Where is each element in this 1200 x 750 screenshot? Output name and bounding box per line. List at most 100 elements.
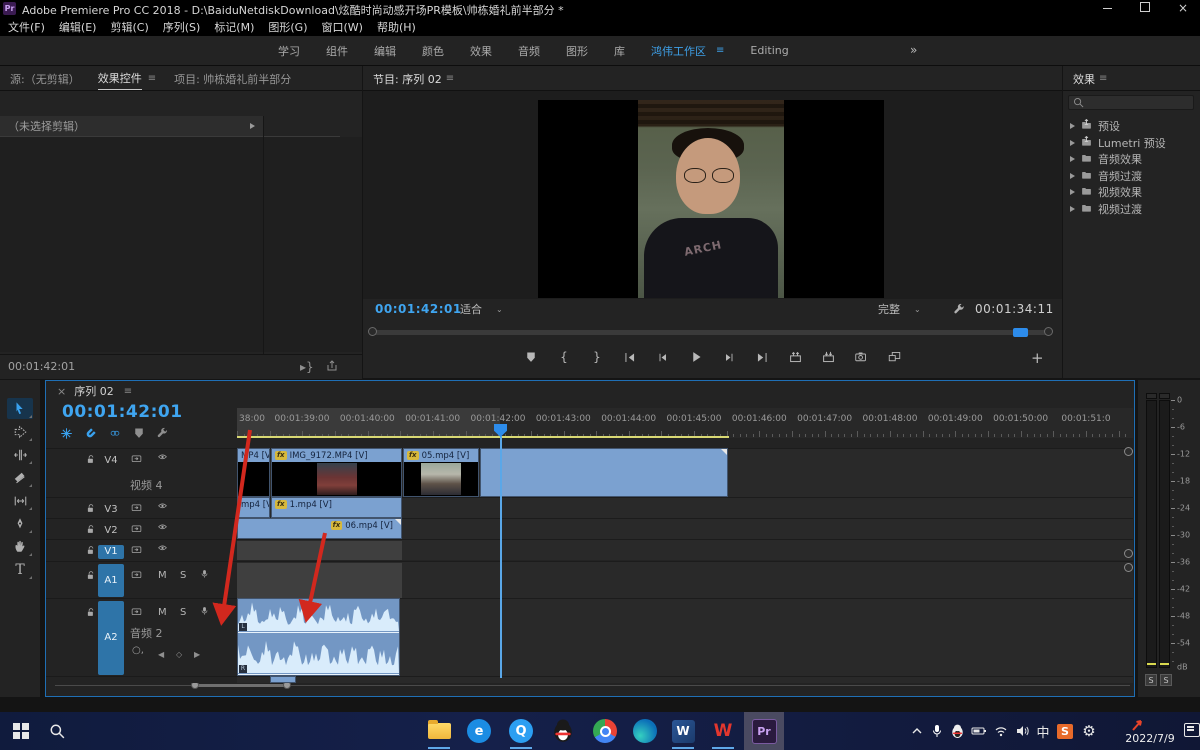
linked-selection-icon[interactable]: [108, 429, 122, 438]
track-badge-a2[interactable]: A2: [98, 601, 124, 675]
track-eye-icon[interactable]: [156, 524, 169, 533]
track-output-icon[interactable]: [130, 545, 143, 555]
add-marker-icon[interactable]: [133, 427, 145, 439]
voiceover-mic-icon[interactable]: [200, 605, 209, 617]
chrome-icon[interactable]: [592, 718, 618, 744]
edge-icon[interactable]: [632, 718, 658, 744]
track-lane-a3[interactable]: [237, 676, 1133, 683]
left-panel-tab-2[interactable]: 项目: 帅栋婚礼前半部分: [174, 67, 291, 90]
left-panel-tab-0[interactable]: 源:（无剪辑）: [10, 67, 80, 90]
effects-panel-tab[interactable]: 效果: [1073, 67, 1095, 90]
tool-slip[interactable]: [7, 490, 33, 511]
menu-item-7[interactable]: 帮助(H): [377, 19, 416, 35]
timeline-ruler[interactable]: 38:0000:01:39:0000:01:40:0000:01:41:0000…: [237, 408, 1133, 438]
mark-in-icon[interactable]: {: [555, 348, 573, 366]
play-in-to-out-icon[interactable]: ▸}: [300, 360, 314, 374]
mark-out-icon[interactable]: }: [588, 348, 606, 366]
word-icon[interactable]: W: [670, 718, 696, 744]
effects-folder-1[interactable]: ↥Lumetri 预设: [1063, 135, 1200, 152]
add-keyframe-icon[interactable]: ◇: [176, 646, 182, 660]
mute-button[interactable]: M: [158, 607, 167, 618]
workspace-tab-0[interactable]: 学习: [278, 43, 300, 59]
minimize-button[interactable]: [1090, 0, 1124, 17]
prev-keyframe-icon[interactable]: ◀: [158, 646, 164, 660]
go-to-in-icon[interactable]: [621, 348, 639, 366]
workspace-tab-4[interactable]: 效果: [470, 43, 492, 59]
settings-gear-icon[interactable]: ⚙: [1080, 722, 1098, 740]
track-badge-v1[interactable]: V1: [98, 545, 124, 559]
tool-razor[interactable]: [7, 467, 33, 488]
go-to-out-icon[interactable]: [753, 348, 771, 366]
vertical-scroll-handle[interactable]: [1124, 549, 1133, 558]
volume-tray-icon[interactable]: [1013, 722, 1031, 740]
timeline-sequence-tab[interactable]: 序列 02: [74, 383, 114, 399]
menu-item-3[interactable]: 序列(S): [163, 19, 201, 35]
meter-solo-right[interactable]: S: [1160, 674, 1172, 686]
workspace-tab-5[interactable]: 音频: [518, 43, 540, 59]
workspace-tab-3[interactable]: 颜色: [422, 43, 444, 59]
wps-icon[interactable]: W: [710, 718, 736, 744]
lift-icon[interactable]: [786, 348, 804, 366]
menu-item-0[interactable]: 文件(F): [8, 19, 45, 35]
clip-v3-mp4[interactable]: mp4 [V]: [237, 497, 270, 518]
program-current-timecode[interactable]: 00:01:42:01: [375, 302, 462, 316]
export-frame-icon[interactable]: [326, 360, 338, 372]
tool-type[interactable]: T: [7, 559, 33, 580]
workspace-menu-icon[interactable]: ≡: [716, 45, 724, 56]
no-clip-selected-header[interactable]: （未选择剪辑）: [0, 116, 263, 136]
solo-button[interactable]: S: [180, 570, 186, 581]
scrollbar-thumb[interactable]: [1013, 328, 1028, 337]
program-monitor-tab[interactable]: 节目: 序列 02: [373, 67, 442, 90]
timeline-current-timecode[interactable]: 00:01:42:01: [62, 402, 183, 422]
track-lane-a1[interactable]: [237, 561, 1133, 598]
track-eye-icon[interactable]: [156, 503, 169, 512]
close-sequence-icon[interactable]: ×: [57, 385, 66, 398]
workspace-tab-8[interactable]: 鸿伟工作区: [651, 43, 706, 59]
clip-a3-sliver[interactable]: fx: [270, 676, 296, 683]
next-keyframe-icon[interactable]: ▶: [194, 646, 200, 660]
track-lock-icon[interactable]: [86, 503, 96, 515]
meter-solo-left[interactable]: S: [1145, 674, 1157, 686]
taskbar-date[interactable]: 2022/7/9: [1118, 732, 1182, 745]
track-sync-icon[interactable]: [130, 570, 143, 580]
effects-folder-3[interactable]: 音频过渡: [1063, 168, 1200, 185]
vertical-scroll-handle[interactable]: [1124, 563, 1133, 572]
scrollbar-right-handle[interactable]: [1044, 327, 1053, 336]
twirl-right-icon[interactable]: [1070, 206, 1075, 212]
effects-search-input[interactable]: [1068, 95, 1194, 110]
vertical-scroll-handle[interactable]: [1124, 447, 1133, 456]
track-lock-icon[interactable]: [86, 607, 96, 619]
scrub-track[interactable]: [372, 330, 1048, 335]
effects-folder-5[interactable]: 视频过渡: [1063, 201, 1200, 218]
tool-ripple-edit[interactable]: [7, 444, 33, 465]
start-button[interactable]: [8, 718, 34, 744]
tool-hand[interactable]: [7, 536, 33, 557]
twirl-right-icon[interactable]: [1070, 173, 1075, 179]
track-eye-icon[interactable]: [156, 454, 169, 463]
track-output-icon[interactable]: [130, 503, 143, 513]
menu-item-5[interactable]: 图形(G): [268, 19, 307, 35]
effects-folder-4[interactable]: 视频效果: [1063, 184, 1200, 201]
taskbar-search-icon[interactable]: [44, 718, 70, 744]
quark-browser-icon[interactable]: Q: [508, 718, 534, 744]
clip-v4-untitled[interactable]: [480, 448, 728, 497]
workspace-tab-1[interactable]: 组件: [326, 43, 348, 59]
menu-item-6[interactable]: 窗口(W): [322, 19, 363, 35]
extract-icon[interactable]: [819, 348, 837, 366]
qq-icon[interactable]: [550, 718, 576, 744]
menu-item-1[interactable]: 编辑(E): [59, 19, 97, 35]
mic-tray-icon[interactable]: [928, 722, 946, 740]
track-badge-v3[interactable]: V3: [98, 503, 124, 517]
left-panel-tab-1[interactable]: 效果控件: [98, 66, 142, 90]
twirl-right-icon[interactable]: [1070, 123, 1075, 129]
workspace-tab-6[interactable]: 图形: [566, 43, 588, 59]
network-tray-icon[interactable]: [992, 722, 1010, 740]
panel-menu-icon[interactable]: ≡: [124, 386, 132, 397]
track-badge-v2[interactable]: V2: [98, 524, 124, 538]
track-lock-icon[interactable]: [86, 570, 96, 582]
close-button[interactable]: ×: [1166, 0, 1200, 17]
workspace-tab-9[interactable]: Editing: [750, 44, 788, 57]
track-badge-a1[interactable]: A1: [98, 564, 124, 597]
clip-v4-05mp4[interactable]: fx05.mp4 [V]: [403, 448, 479, 497]
panel-menu-icon[interactable]: ≡: [1099, 73, 1107, 84]
